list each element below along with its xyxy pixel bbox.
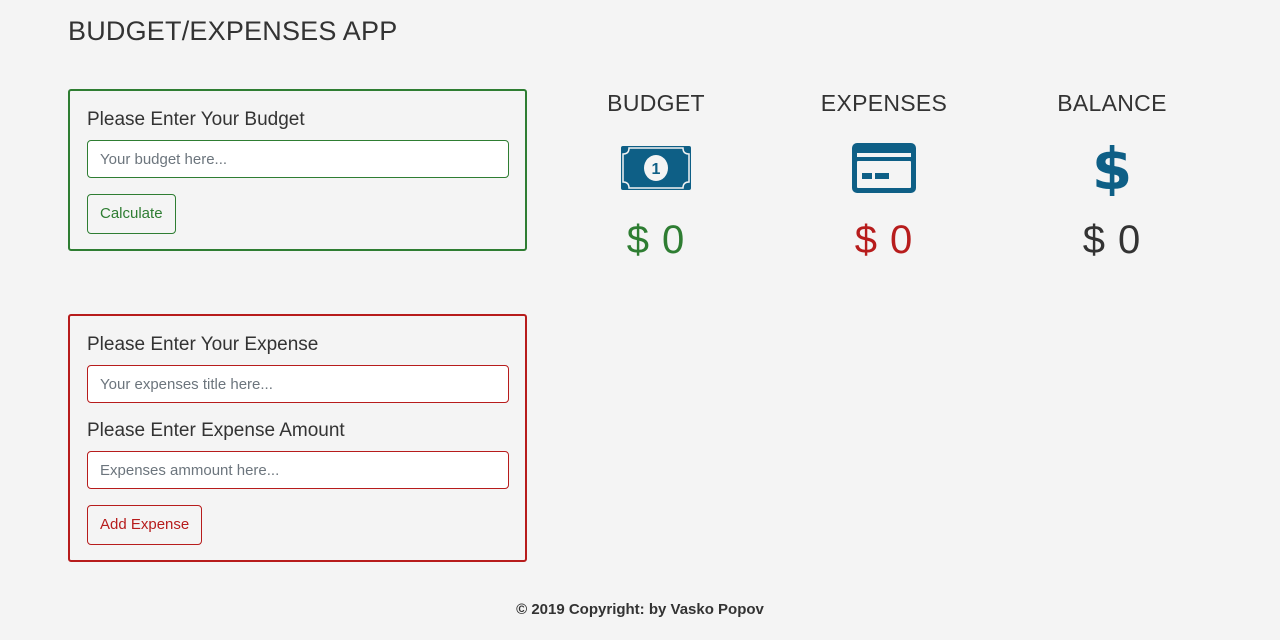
credit-card-icon — [784, 138, 984, 198]
expense-amount-input[interactable] — [87, 451, 509, 489]
budget-input[interactable] — [87, 140, 509, 178]
expenses-amount: $ 0 — [854, 218, 914, 262]
svg-text:1: 1 — [652, 161, 661, 178]
budget-stat: BUDGET 1 $ 0 — [556, 88, 756, 265]
dollar-sign-icon: $ — [1012, 138, 1212, 198]
svg-text:$: $ — [1092, 140, 1132, 196]
calculate-button[interactable]: Calculate — [87, 194, 176, 234]
expense-amount-label: Please Enter Expense Amount — [87, 420, 345, 441]
expense-form: Please Enter Your Expense Please Enter E… — [68, 314, 527, 562]
balance-stat-title: BALANCE — [1057, 90, 1167, 116]
budget-form: Please Enter Your Budget Calculate — [68, 89, 527, 251]
app-title: BUDGET/EXPENSES APP — [68, 16, 398, 46]
add-expense-button[interactable]: Add Expense — [87, 505, 203, 545]
balance-stat: BALANCE $ $ 0 — [1012, 88, 1212, 265]
expenses-stat-title: EXPENSES — [820, 90, 948, 116]
budget-amount: $ 0 — [626, 218, 686, 262]
budget-stat-title: BUDGET — [607, 90, 705, 116]
balance-amount: $ 0 — [1082, 218, 1142, 262]
budget-label: Please Enter Your Budget — [87, 109, 305, 130]
money-bill-icon: 1 — [556, 138, 756, 198]
expense-title-label: Please Enter Your Expense — [87, 334, 319, 355]
footer-copyright: © 2019 Copyright: by Vasko Popov — [516, 601, 764, 618]
expense-title-input[interactable] — [87, 365, 509, 403]
expenses-stat: EXPENSES $ 0 — [784, 88, 984, 265]
